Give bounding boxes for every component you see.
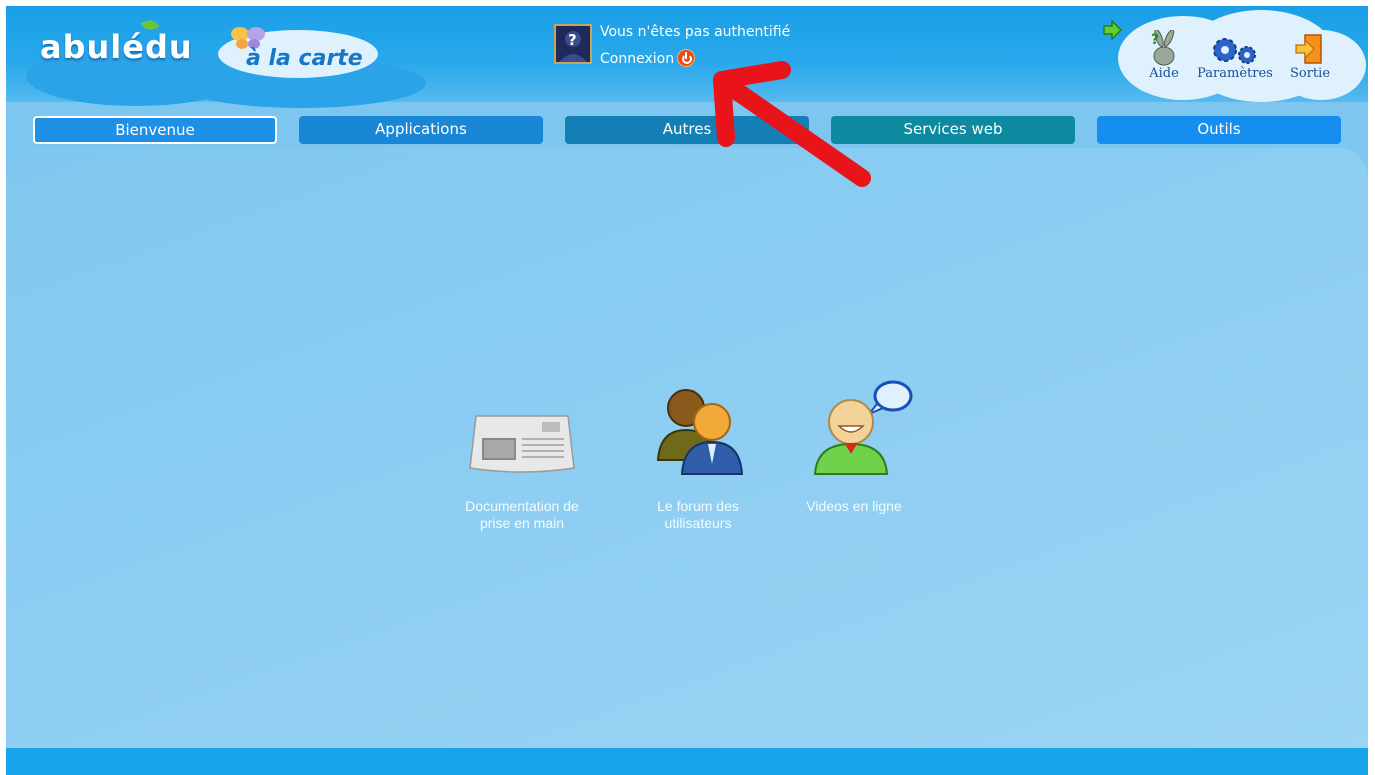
svg-text:?: ? (1151, 32, 1159, 48)
tab-outils[interactable]: Outils (1097, 116, 1341, 144)
logo-text[interactable]: abulédu (40, 28, 193, 66)
exit-button[interactable]: Sortie (1286, 28, 1334, 81)
help-button[interactable]: ? Aide (1144, 28, 1184, 81)
users-group-icon (656, 389, 744, 475)
gears-icon (1213, 38, 1256, 64)
tab-services-web[interactable]: Services web (831, 116, 1075, 144)
app-window: abulédu à la carte ? Vous n'êtes pas aut… (6, 6, 1368, 775)
help-rabbit-icon: ? (1151, 30, 1175, 66)
settings-label[interactable]: Paramètres (1192, 66, 1278, 81)
card-documentation[interactable]: Documentation de prise en main (452, 380, 592, 532)
header: abulédu à la carte ? Vous n'êtes pas aut… (6, 6, 1368, 108)
unknown-user-avatar-icon: ? (554, 24, 592, 64)
auth-status-text: Vous n'êtes pas authentifié (600, 24, 791, 40)
exit-label[interactable]: Sortie (1286, 66, 1334, 81)
card-videos-label[interactable]: Videos en ligne (784, 498, 924, 515)
sublogo-text: à la carte (246, 46, 363, 71)
footer-bar (6, 748, 1368, 775)
main-content: Documentation de prise en main Le forum … (6, 148, 1368, 748)
tab-bienvenue[interactable]: Bienvenue (33, 116, 277, 144)
card-documentation-label[interactable]: Documentation de prise en main (452, 498, 592, 532)
user-chat-icon (813, 380, 913, 475)
newspaper-icon (469, 415, 575, 473)
green-arrow-icon[interactable] (1102, 20, 1122, 40)
exit-door-icon (1295, 34, 1322, 64)
tab-applications[interactable]: Applications (299, 116, 543, 144)
svg-text:?: ? (568, 31, 577, 49)
card-forum-label[interactable]: Le forum des utilisateurs (628, 498, 768, 532)
login-label[interactable]: Connexion (600, 51, 674, 67)
card-forum[interactable]: Le forum des utilisateurs (628, 380, 768, 532)
settings-button[interactable]: Paramètres (1192, 28, 1278, 81)
power-icon[interactable] (678, 50, 695, 66)
tab-autres[interactable]: Autres (565, 116, 809, 144)
help-label[interactable]: Aide (1144, 66, 1184, 81)
card-videos[interactable]: Videos en ligne (784, 380, 924, 515)
login-link[interactable]: Connexion (600, 50, 695, 67)
